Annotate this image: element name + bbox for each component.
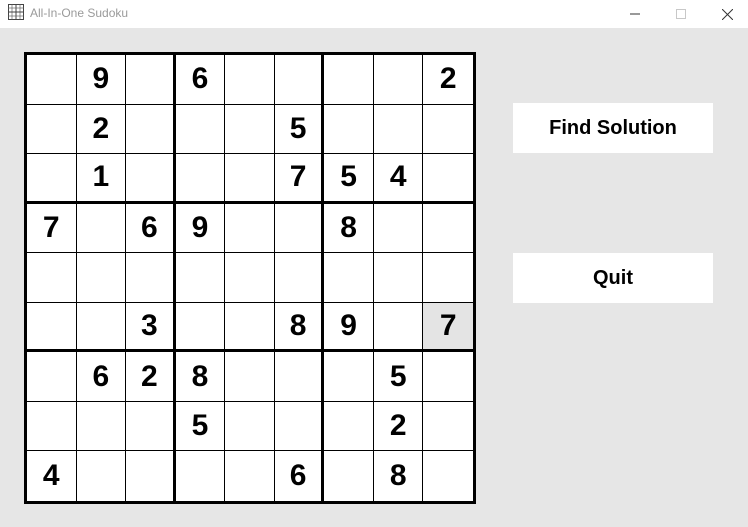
sudoku-cell[interactable] bbox=[324, 401, 374, 452]
sudoku-cell[interactable]: 4 bbox=[373, 154, 424, 204]
sudoku-cell[interactable] bbox=[126, 154, 176, 204]
sudoku-cell[interactable] bbox=[274, 401, 325, 452]
sudoku-cell[interactable] bbox=[225, 253, 275, 303]
sudoku-cell[interactable]: 6 bbox=[126, 203, 176, 254]
sudoku-cell[interactable]: 8 bbox=[324, 203, 374, 254]
sudoku-grid-icon bbox=[8, 4, 24, 20]
sudoku-cell[interactable] bbox=[126, 253, 176, 303]
sudoku-cell[interactable]: 8 bbox=[274, 302, 325, 353]
sudoku-cell[interactable] bbox=[76, 451, 127, 501]
sudoku-cell[interactable] bbox=[423, 352, 473, 402]
sudoku-cell[interactable] bbox=[126, 401, 176, 452]
sudoku-board: 96225175476983897628552468 bbox=[24, 52, 476, 504]
sudoku-cell[interactable]: 9 bbox=[76, 55, 127, 105]
sudoku-cell[interactable]: 6 bbox=[76, 352, 127, 402]
sudoku-cell[interactable] bbox=[175, 253, 226, 303]
sudoku-cell[interactable]: 5 bbox=[324, 154, 374, 204]
sudoku-cell[interactable]: 2 bbox=[423, 55, 473, 105]
sudoku-cell[interactable]: 2 bbox=[373, 401, 424, 452]
sudoku-cell[interactable] bbox=[225, 55, 275, 105]
sudoku-cell[interactable] bbox=[126, 451, 176, 501]
sudoku-cell[interactable]: 3 bbox=[126, 302, 176, 353]
sudoku-cell[interactable] bbox=[423, 203, 473, 254]
quit-button[interactable]: Quit bbox=[513, 253, 713, 303]
sudoku-cell[interactable] bbox=[225, 203, 275, 254]
sudoku-cell[interactable] bbox=[274, 55, 325, 105]
sudoku-cell[interactable] bbox=[274, 253, 325, 303]
sudoku-cell[interactable] bbox=[225, 104, 275, 155]
sudoku-cell[interactable]: 6 bbox=[274, 451, 325, 501]
sudoku-cell[interactable] bbox=[27, 302, 77, 353]
sudoku-cell[interactable] bbox=[225, 352, 275, 402]
sudoku-cell[interactable] bbox=[324, 352, 374, 402]
sudoku-cell[interactable] bbox=[27, 253, 77, 303]
sudoku-cell[interactable] bbox=[373, 253, 424, 303]
sudoku-cell[interactable] bbox=[175, 302, 226, 353]
sudoku-cell[interactable] bbox=[324, 104, 374, 155]
sudoku-cell[interactable]: 5 bbox=[175, 401, 226, 452]
sudoku-cell[interactable] bbox=[225, 154, 275, 204]
window-title: All-In-One Sudoku bbox=[30, 6, 129, 20]
sudoku-cell[interactable] bbox=[423, 451, 473, 501]
close-button[interactable] bbox=[704, 0, 748, 28]
sudoku-cell[interactable] bbox=[27, 154, 77, 204]
minimize-icon bbox=[630, 13, 640, 15]
sudoku-cell[interactable] bbox=[373, 302, 424, 353]
close-icon bbox=[721, 8, 733, 20]
title-bar[interactable]: All-In-One Sudoku bbox=[0, 0, 748, 28]
sudoku-cell[interactable]: 7 bbox=[27, 203, 77, 254]
sudoku-cell[interactable] bbox=[324, 253, 374, 303]
sudoku-cell[interactable] bbox=[76, 302, 127, 353]
sudoku-cell[interactable]: 9 bbox=[175, 203, 226, 254]
sudoku-cell[interactable]: 6 bbox=[175, 55, 226, 105]
maximize-button[interactable] bbox=[658, 0, 704, 28]
sudoku-cell[interactable] bbox=[225, 451, 275, 501]
sudoku-cell[interactable] bbox=[175, 451, 226, 501]
sudoku-cell[interactable]: 2 bbox=[76, 104, 127, 155]
sudoku-cell[interactable]: 5 bbox=[274, 104, 325, 155]
sudoku-cell[interactable]: 9 bbox=[324, 302, 374, 353]
sudoku-cell[interactable] bbox=[225, 401, 275, 452]
sudoku-cell[interactable] bbox=[225, 302, 275, 353]
sudoku-cell[interactable]: 7 bbox=[423, 302, 473, 353]
sudoku-cell[interactable] bbox=[27, 352, 77, 402]
minimize-button[interactable] bbox=[612, 0, 658, 28]
sudoku-cell[interactable]: 2 bbox=[126, 352, 176, 402]
sudoku-cell[interactable] bbox=[423, 401, 473, 452]
sudoku-cell[interactable]: 5 bbox=[373, 352, 424, 402]
sudoku-cell[interactable] bbox=[76, 253, 127, 303]
sudoku-cell[interactable] bbox=[373, 104, 424, 155]
sudoku-cell[interactable]: 1 bbox=[76, 154, 127, 204]
sudoku-cell[interactable]: 8 bbox=[373, 451, 424, 501]
sudoku-cell[interactable] bbox=[76, 203, 127, 254]
sudoku-cell[interactable]: 8 bbox=[175, 352, 226, 402]
sudoku-cell[interactable] bbox=[27, 104, 77, 155]
sudoku-cell[interactable] bbox=[126, 104, 176, 155]
sudoku-cell[interactable] bbox=[274, 203, 325, 254]
find-solution-button[interactable]: Find Solution bbox=[513, 103, 713, 153]
sudoku-cell[interactable] bbox=[423, 104, 473, 155]
sudoku-cell[interactable] bbox=[324, 55, 374, 105]
sudoku-cell[interactable]: 7 bbox=[274, 154, 325, 204]
sudoku-cell[interactable] bbox=[76, 401, 127, 452]
sudoku-cell[interactable] bbox=[373, 55, 424, 105]
sudoku-cell[interactable] bbox=[423, 154, 473, 204]
sudoku-cell[interactable] bbox=[126, 55, 176, 105]
sudoku-cell[interactable] bbox=[27, 401, 77, 452]
sudoku-cell[interactable] bbox=[423, 253, 473, 303]
sudoku-cell[interactable] bbox=[175, 104, 226, 155]
sudoku-cell[interactable] bbox=[373, 203, 424, 254]
sudoku-cell[interactable] bbox=[27, 55, 77, 105]
sudoku-cell[interactable] bbox=[274, 352, 325, 402]
sudoku-cell[interactable] bbox=[175, 154, 226, 204]
maximize-icon bbox=[676, 9, 686, 19]
sudoku-cell[interactable]: 4 bbox=[27, 451, 77, 501]
sudoku-cell[interactable] bbox=[324, 451, 374, 501]
